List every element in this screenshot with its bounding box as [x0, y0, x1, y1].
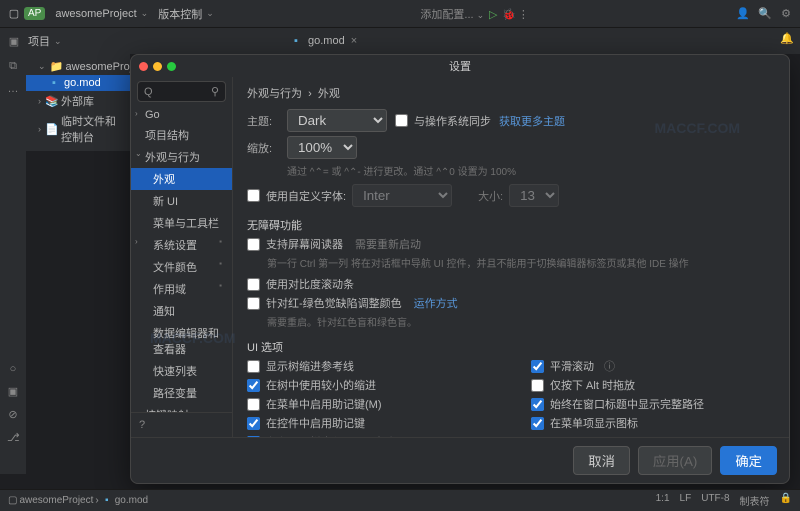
zoom-select[interactable]: 100% — [287, 136, 357, 159]
git-icon[interactable]: ⎇ — [7, 431, 19, 444]
commit-icon[interactable]: ○ — [7, 363, 19, 375]
run-config[interactable]: 添加配置... ⌄ ▷ 🐞 ⋮ — [214, 6, 736, 22]
contrast-checkbox[interactable] — [247, 278, 260, 291]
search-icon[interactable]: 🔍 — [758, 7, 770, 20]
vcs-menu[interactable]: 版本控制 — [158, 6, 202, 22]
cat-pathvars[interactable]: 路径变量 — [131, 382, 232, 404]
settings-dialog: 设置 Q⚲ ›Go 项目结构 ⌄外观与行为 外观 新 UI 菜单与工具栏 ›系统… — [130, 54, 790, 484]
bookmarks-icon[interactable]: … — [7, 83, 19, 95]
get-more-themes-link[interactable]: 获取更多主题 — [499, 113, 565, 129]
status-enc[interactable]: UTF-8 — [701, 493, 729, 508]
user-icon[interactable]: 👤 — [736, 7, 748, 20]
project-tool-tab[interactable]: 项目⌄ — [28, 33, 62, 49]
filter-icon: ⚲ — [211, 85, 219, 98]
cat-go[interactable]: ›Go — [131, 106, 232, 124]
howworks-link[interactable]: 运作方式 — [414, 295, 458, 311]
cat-keymap[interactable]: 按键映射 — [131, 404, 232, 412]
project-tree[interactable]: ⌄📁awesomeProject ▪go.mod ›📚外部库 ›📄临时文件和控制… — [26, 54, 130, 151]
breadcrumb: 外观与行为 › 外观 — [247, 85, 775, 101]
mnemonics-menu-checkbox[interactable] — [247, 398, 260, 411]
mnemonics-ctrl-checkbox[interactable] — [247, 417, 260, 430]
full-path-checkbox[interactable] — [531, 398, 544, 411]
ok-button[interactable]: 确定 — [720, 446, 777, 475]
zoom-label: 缩放: — [247, 140, 279, 156]
alt-drag-checkbox[interactable] — [531, 379, 544, 392]
cat-notif[interactable]: 通知 — [131, 300, 232, 322]
zoom-hint: 通过 ^⌃= 或 ^⌃- 进行更改。通过 ^⌃0 设置为 100% — [287, 163, 775, 178]
terminal-icon[interactable]: ▣ — [7, 385, 19, 398]
small-indent-checkbox[interactable] — [247, 379, 260, 392]
project-name[interactable]: awesomeProject — [55, 8, 136, 20]
settings-icon[interactable]: ⚙ — [780, 7, 792, 20]
cat-quicklist[interactable]: 快速列表 — [131, 360, 232, 382]
theme-select[interactable]: Dark — [287, 109, 387, 132]
settings-search[interactable]: Q⚲ — [137, 81, 226, 102]
structure-icon[interactable]: ⧉ — [7, 60, 19, 73]
a11y-section: 无障碍功能 — [247, 217, 775, 233]
editor-tab-label: go.mod — [308, 35, 345, 47]
readonly-icon[interactable]: 🔒 — [780, 493, 792, 508]
cat-appearance[interactable]: 外观 — [131, 168, 232, 190]
status-pos[interactable]: 1:1 — [656, 493, 670, 508]
cat-appearance-behavior[interactable]: ⌄外观与行为 — [131, 146, 232, 168]
cat-menus[interactable]: 菜单与工具栏 — [131, 212, 232, 234]
tree-guides-checkbox[interactable] — [247, 360, 260, 373]
close-icon[interactable]: × — [351, 35, 357, 47]
size-select: 13 — [509, 184, 559, 207]
cat-newui[interactable]: 新 UI — [131, 190, 232, 212]
chevron-down-icon: ⌄ — [141, 8, 149, 19]
cat-filecolors[interactable]: 文件颜色▪ — [131, 256, 232, 278]
dialog-title: 设置 — [131, 58, 789, 74]
tree-file-gomod: ▪go.mod — [26, 75, 130, 91]
status-path[interactable]: ▢awesomeProject› ▪go.mod — [8, 495, 148, 506]
sync-os-checkbox[interactable] — [395, 114, 408, 127]
folder-icon[interactable]: ▣ — [8, 35, 20, 48]
project-badge: AP — [24, 7, 45, 20]
smooth-scroll-checkbox[interactable] — [531, 360, 544, 373]
status-lf[interactable]: LF — [680, 493, 692, 508]
theme-label: 主题: — [247, 113, 279, 129]
cat-dataed[interactable]: 数据编辑器和查看器 — [131, 322, 232, 360]
cat-system[interactable]: ›系统设置▪ — [131, 234, 232, 256]
problems-icon[interactable]: ⊘ — [7, 408, 19, 421]
font-select: Inter — [352, 184, 452, 207]
go-file-icon: ▪ — [290, 35, 302, 47]
screen-reader-checkbox[interactable] — [247, 238, 260, 251]
notifications-icon[interactable]: 🔔 — [780, 32, 792, 45]
cat-proj-struct[interactable]: 项目结构 — [131, 124, 232, 146]
redgreen-checkbox[interactable] — [247, 297, 260, 310]
window-menu-icon[interactable]: ▢ — [8, 7, 20, 20]
menu-icons-checkbox[interactable] — [531, 417, 544, 430]
cancel-button[interactable]: 取消 — [573, 446, 630, 475]
cat-scopes[interactable]: 作用域▪ — [131, 278, 232, 300]
help-icon[interactable]: ? — [131, 412, 232, 437]
chevron-down-icon: ⌄ — [206, 8, 214, 19]
apply-button[interactable]: 应用(A) — [638, 446, 712, 475]
status-tabs[interactable]: 制表符 — [740, 493, 770, 508]
editor-tab-gomod[interactable]: ▪ go.mod × — [280, 31, 367, 51]
ui-options-section: UI 选项 — [247, 339, 775, 355]
custom-font-checkbox[interactable] — [247, 189, 260, 202]
